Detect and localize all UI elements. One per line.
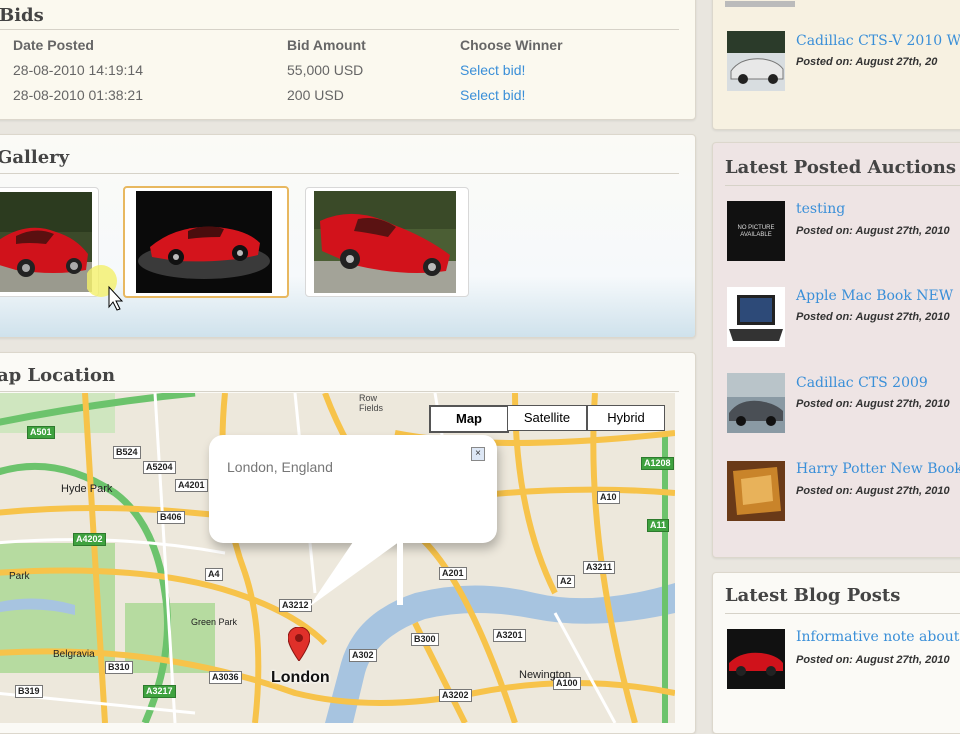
select-bid-link[interactable]: Select bid! (460, 87, 525, 103)
popup-pointer (309, 539, 403, 607)
mouse-cursor-icon (87, 265, 124, 311)
road-label: A1208 (641, 457, 674, 470)
gallery-thumb-selected[interactable] (123, 186, 289, 298)
bid-amount: 55,000 USD (287, 62, 364, 78)
divider (725, 1, 795, 7)
place-label: Row (359, 393, 378, 403)
place-label: Newington (519, 669, 571, 681)
road-label: A3217 (143, 685, 176, 698)
item-title-link[interactable]: Informative note about (796, 629, 959, 645)
item-thumbnail (727, 31, 785, 91)
map-info-popup: London, England × (209, 435, 497, 543)
place-label: Park (9, 571, 30, 582)
recent-panel: Cadillac CTS-V 2010 Wh Posted on: August… (712, 0, 960, 130)
road-label: A3202 (439, 689, 472, 702)
city-label: London (271, 669, 330, 686)
bid-amount: 200 USD (287, 87, 344, 103)
map-panel: ap Location A501 B524 A5204 A4201 A4202 … (0, 352, 696, 734)
satellite-button[interactable]: Satellite (507, 405, 587, 431)
road-label: B300 (411, 633, 439, 646)
book-thumbnail (727, 461, 785, 521)
bids-title: Bids (0, 5, 44, 26)
road-label: A4 (205, 568, 223, 581)
item-title-link[interactable]: Cadillac CTS 2009 (796, 375, 928, 391)
place-label: Belgravia (53, 649, 95, 660)
road-label: A3212 (279, 599, 312, 612)
latest-auctions-panel: Latest Posted Auctions NO PICTURE AVAILA… (712, 142, 960, 558)
road-label: A3036 (209, 671, 242, 684)
thumb-text: NO PICTURE AVAILABLE (737, 225, 775, 238)
item-meta: Posted on: August 27th, 2010 (796, 225, 950, 237)
road-label: A4202 (73, 533, 106, 546)
item-meta: Posted on: August 27th, 2010 (796, 654, 950, 666)
road-label: A501 (27, 426, 55, 439)
road-label: A5204 (143, 461, 176, 474)
date-posted-header: Date Posted (13, 37, 94, 53)
item-meta: Posted on: August 27th, 20 (796, 56, 938, 68)
car-photo (0, 192, 92, 292)
map-type-control: Map Satellite Hybrid (429, 405, 665, 433)
road-label: A3201 (493, 629, 526, 642)
road-label: A302 (349, 649, 377, 662)
item-title-link[interactable]: testing (796, 201, 845, 217)
map-title: ap Location (0, 365, 116, 386)
car-photo (136, 191, 272, 293)
bid-date: 28-08-2010 01:38:21 (13, 87, 143, 103)
car-thumbnail (727, 629, 785, 689)
road-label: B524 (113, 446, 141, 459)
popup-text: London, England (227, 459, 333, 475)
road-label: B310 (105, 661, 133, 674)
road-label: A201 (439, 567, 467, 580)
latest-blog-panel: Latest Blog Posts Informative note about… (712, 572, 960, 734)
place-label: Fields (359, 403, 384, 413)
gallery-panel: Gallery (0, 134, 696, 338)
gallery-title: Gallery (0, 147, 70, 168)
laptop-thumbnail (727, 287, 785, 347)
gallery-thumb[interactable] (305, 187, 469, 297)
car-thumbnail (727, 373, 785, 433)
select-bid-link[interactable]: Select bid! (460, 62, 525, 78)
road-label: B406 (157, 511, 185, 524)
gallery-thumb[interactable] (0, 187, 99, 297)
item-meta: Posted on: August 27th, 2010 (796, 398, 950, 410)
bid-date: 28-08-2010 14:19:14 (13, 62, 143, 78)
car-photo (314, 191, 456, 293)
road-label: B319 (15, 685, 43, 698)
item-title-link[interactable]: Cadillac CTS-V 2010 Wh (796, 33, 960, 49)
bid-amount-header: Bid Amount (287, 37, 366, 53)
map-canvas[interactable]: A501 B524 A5204 A4201 A4202 B406 A4 A321… (0, 393, 675, 723)
road-label: A10 (597, 491, 620, 504)
item-meta: Posted on: August 27th, 2010 (796, 311, 950, 323)
hybrid-button[interactable]: Hybrid (587, 405, 665, 431)
map-button[interactable]: Map (429, 405, 509, 433)
map-marker-icon[interactable] (288, 627, 310, 661)
item-meta: Posted on: August 27th, 2010 (796, 485, 950, 497)
close-icon[interactable]: × (471, 447, 485, 461)
place-label: Green Park (191, 617, 238, 627)
item-title-link[interactable]: Apple Mac Book NEW (796, 288, 953, 304)
place-label: Hyde Park (61, 483, 113, 495)
latest-blog-title: Latest Blog Posts (725, 585, 901, 606)
choose-winner-header: Choose Winner (460, 37, 563, 53)
road-label: A11 (647, 519, 670, 532)
latest-auctions-title: Latest Posted Auctions (725, 157, 957, 178)
road-label: A3211 (583, 561, 616, 574)
item-title-link[interactable]: Harry Potter New Book (796, 461, 960, 477)
road-label: A2 (557, 575, 575, 588)
bids-panel: Bids Date Posted Bid Amount Choose Winne… (0, 0, 696, 120)
road-label: A4201 (175, 479, 208, 492)
